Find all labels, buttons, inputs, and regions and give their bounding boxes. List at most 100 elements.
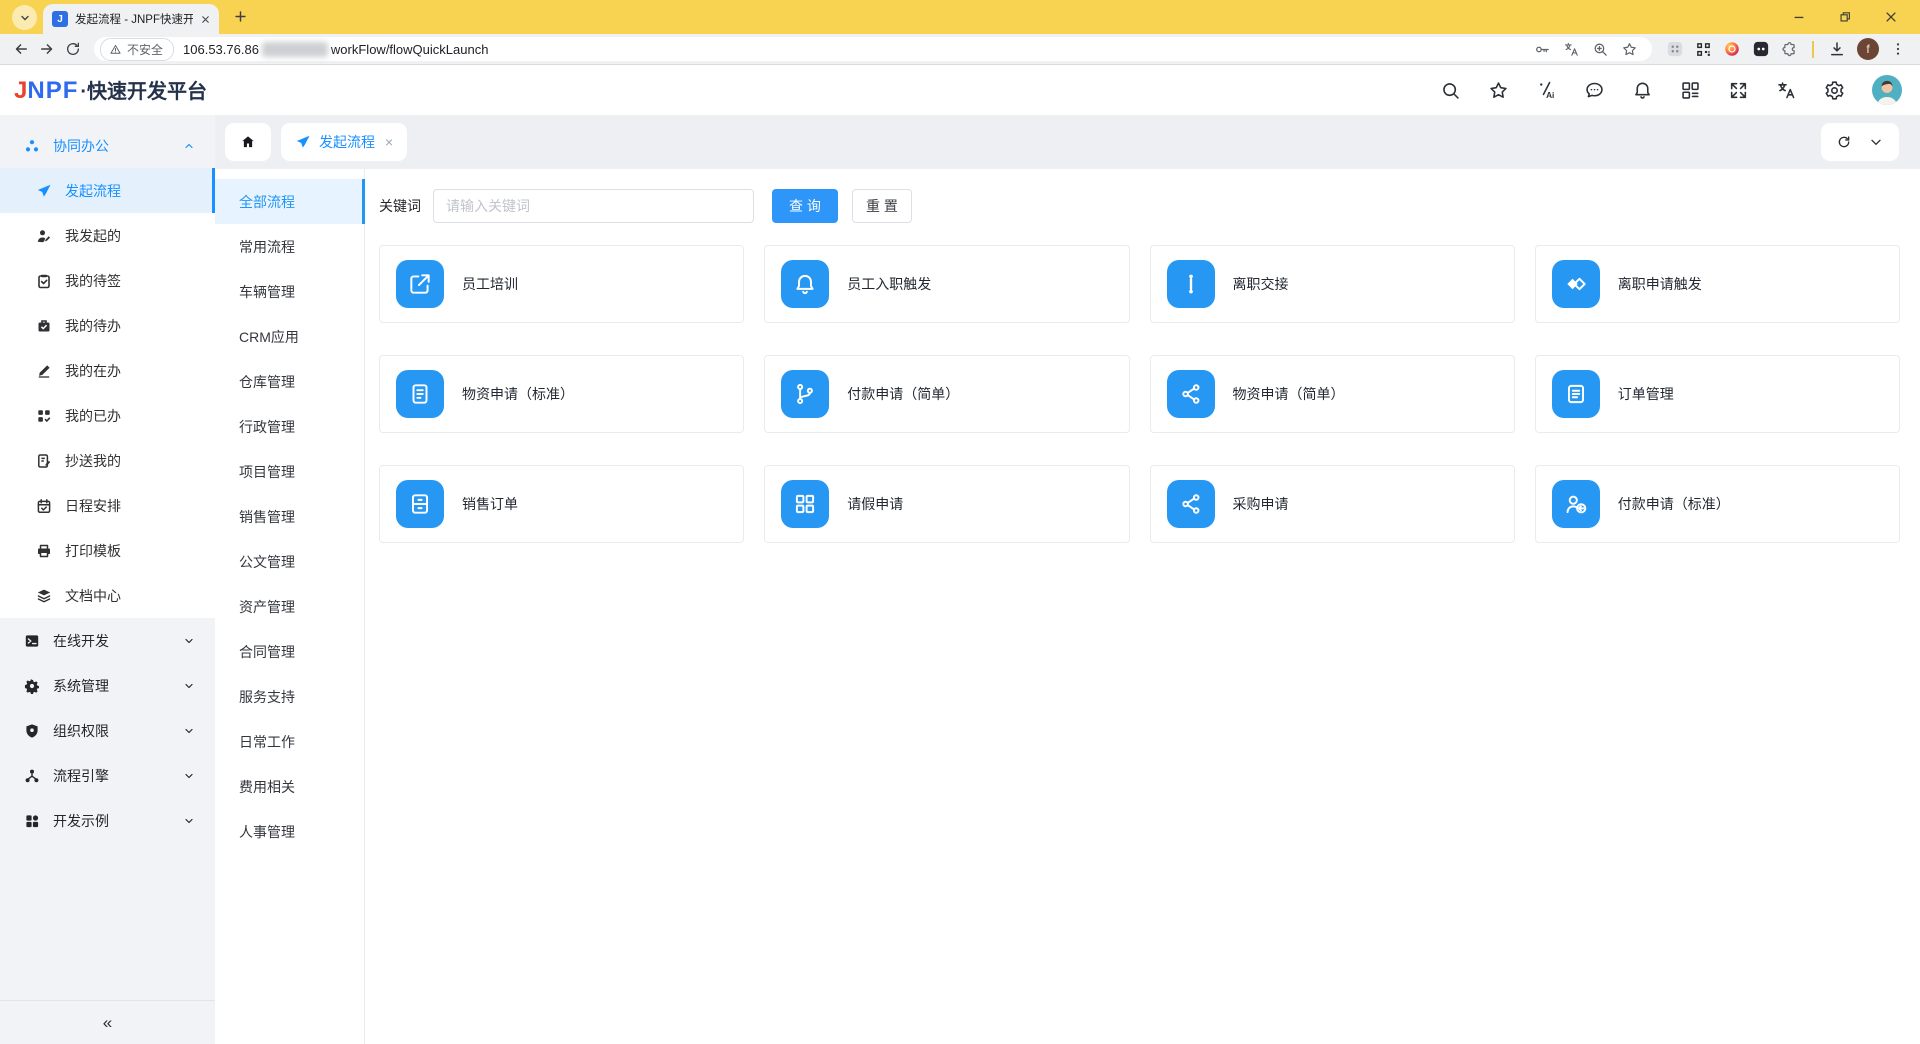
category-item[interactable]: 人事管理 [215, 809, 364, 854]
sidebar-group-4[interactable]: 流程引擎 [0, 753, 215, 798]
clipboard-sign-icon [36, 273, 52, 289]
window-restore-button[interactable] [1822, 0, 1868, 34]
password-key-icon[interactable] [1534, 41, 1551, 58]
category-item[interactable]: 项目管理 [215, 449, 364, 494]
branch-icon [781, 370, 829, 418]
sidebar-group-0[interactable]: 协同办公 [0, 123, 215, 168]
sidebar-submenu: 发起流程我发起的我的待签我的待办我的在办我的已办抄送我的日程安排打印模板文档中心 [0, 168, 215, 618]
query-button[interactable]: 查 询 [772, 189, 838, 223]
category-item[interactable]: 全部流程 [215, 179, 364, 224]
tab-launch-flow[interactable]: 发起流程 × [281, 123, 407, 161]
reload-button[interactable] [60, 36, 86, 62]
sidebar-item[interactable]: 抄送我的 [0, 438, 215, 483]
briefcase-check-icon [36, 318, 52, 334]
flow-card[interactable]: 员工入职触发 [764, 245, 1129, 323]
layers-icon [36, 588, 52, 604]
download-icon[interactable] [1828, 40, 1846, 58]
back-button[interactable] [8, 36, 34, 62]
flow-engine-icon [24, 768, 40, 784]
tab-close-button[interactable] [200, 14, 211, 25]
extension-qr-icon[interactable] [1695, 41, 1712, 58]
browser-tab[interactable]: J 发起流程 - JNPF快速开发平台 [43, 4, 219, 34]
menu-kebab-icon[interactable] [1890, 41, 1906, 57]
settings-icon[interactable] [1824, 80, 1845, 101]
flow-card[interactable]: 付款申请（标准） [1535, 465, 1900, 543]
extension-camera-icon[interactable] [1723, 40, 1741, 58]
category-item[interactable]: 销售管理 [215, 494, 364, 539]
flow-card[interactable]: 采购申请 [1150, 465, 1515, 543]
sidebar-item[interactable]: 发起流程 [0, 168, 215, 213]
flow-card[interactable]: 离职申请触发 [1535, 245, 1900, 323]
flow-card[interactable]: 离职交接 [1150, 245, 1515, 323]
favorite-icon[interactable] [1488, 80, 1509, 101]
category-item[interactable]: 费用相关 [215, 764, 364, 809]
category-item[interactable]: 常用流程 [215, 224, 364, 269]
category-label: CRM应用 [239, 327, 299, 347]
flow-card[interactable]: 请假申请 [764, 465, 1129, 543]
new-tab-button[interactable] [227, 3, 253, 29]
tab-home[interactable] [225, 123, 271, 161]
search-row: 关键词 查 询 重 置 [379, 189, 1900, 223]
extension-dark-icon[interactable] [1752, 40, 1770, 58]
sidebar-item[interactable]: 我发起的 [0, 213, 215, 258]
sidebar-item[interactable]: 日程安排 [0, 483, 215, 528]
flow-card[interactable]: 付款申请（简单） [764, 355, 1129, 433]
reset-button[interactable]: 重 置 [852, 189, 912, 223]
flow-card-label: 物资申请（简单） [1233, 384, 1345, 404]
tab-close-icon[interactable]: × [385, 134, 393, 150]
keyword-input[interactable] [433, 189, 754, 223]
flow-card[interactable]: 物资申请（标准） [379, 355, 744, 433]
close-icon [200, 14, 211, 25]
sidebar-item[interactable]: 我的已办 [0, 393, 215, 438]
category-item[interactable]: 车辆管理 [215, 269, 364, 314]
sidebar-item[interactable]: 打印模板 [0, 528, 215, 573]
bookmark-star-icon[interactable] [1621, 41, 1638, 58]
translate-icon[interactable] [1776, 80, 1797, 101]
translate-page-icon[interactable] [1563, 41, 1580, 58]
sidebar-group-2[interactable]: 系统管理 [0, 663, 215, 708]
browser-profile-avatar[interactable]: f [1857, 38, 1879, 60]
category-item[interactable]: 行政管理 [215, 404, 364, 449]
extensions-puzzle-icon[interactable] [1781, 41, 1798, 58]
window-close-button[interactable] [1868, 0, 1914, 34]
forward-button[interactable] [34, 36, 60, 62]
ai-assistant-icon[interactable]: Ai [1536, 80, 1557, 101]
category-item[interactable]: 服务支持 [215, 674, 364, 719]
category-item[interactable]: 公文管理 [215, 539, 364, 584]
extension-grid-doc-icon[interactable] [1666, 40, 1684, 58]
sidebar-item[interactable]: 我的待办 [0, 303, 215, 348]
sidebar-item-label: 打印模板 [65, 541, 121, 561]
security-chip[interactable]: 不安全 [100, 38, 174, 61]
flow-card[interactable]: 销售订单 [379, 465, 744, 543]
sidebar-item[interactable]: 我的待签 [0, 258, 215, 303]
category-item[interactable]: 合同管理 [215, 629, 364, 674]
flow-card[interactable]: 员工培训 [379, 245, 744, 323]
category-item[interactable]: 仓库管理 [215, 359, 364, 404]
category-item[interactable]: 资产管理 [215, 584, 364, 629]
sidebar-item-label: 我的在办 [65, 361, 121, 381]
flow-card[interactable]: 订单管理 [1535, 355, 1900, 433]
sidebar-item[interactable]: 我的在办 [0, 348, 215, 393]
fullscreen-icon[interactable] [1728, 80, 1749, 101]
url-bar[interactable]: 不安全 106.53.76.86 workFlow/flowQuickLaunc… [94, 37, 1652, 61]
sidebar-group-3[interactable]: 组织权限 [0, 708, 215, 753]
zoom-page-icon[interactable] [1592, 41, 1609, 58]
user-avatar[interactable] [1872, 75, 1902, 105]
tab-refresh-button[interactable] [1836, 134, 1852, 150]
message-icon[interactable] [1584, 80, 1605, 101]
window-minimize-button[interactable] [1776, 0, 1822, 34]
sidebar-collapse-button[interactable]: « [0, 1000, 215, 1044]
sidebar-item[interactable]: 文档中心 [0, 573, 215, 618]
apps-icon[interactable] [1680, 80, 1701, 101]
notification-icon[interactable] [1632, 80, 1653, 101]
category-item[interactable]: 日常工作 [215, 719, 364, 764]
category-label: 行政管理 [239, 417, 295, 437]
flow-card[interactable]: 物资申请（简单） [1150, 355, 1515, 433]
search-icon[interactable] [1440, 80, 1461, 101]
category-item[interactable]: CRM应用 [215, 314, 364, 359]
tab-search-button[interactable] [12, 5, 37, 30]
browser-tab-title: 发起流程 - JNPF快速开发平台 [75, 11, 193, 27]
sidebar-group-1[interactable]: 在线开发 [0, 618, 215, 663]
sidebar-group-5[interactable]: 开发示例 [0, 798, 215, 843]
tab-list-chevron-button[interactable] [1868, 134, 1884, 150]
